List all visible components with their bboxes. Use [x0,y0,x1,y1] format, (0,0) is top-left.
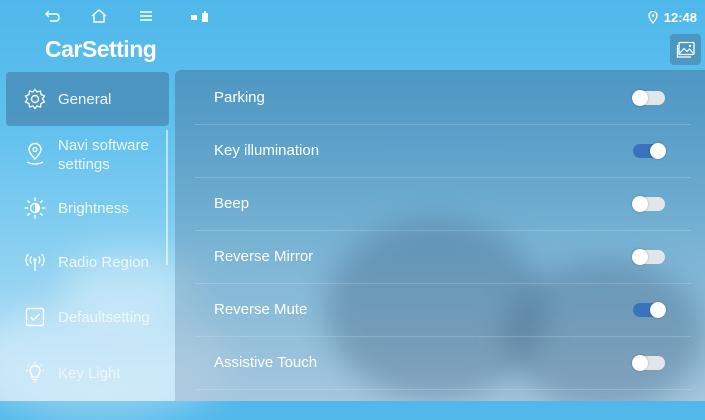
setting-row-beep[interactable]: Beep [195,178,691,231]
setting-label: Key illumination [214,142,320,159]
sidebar-item-label: Radio Region [58,254,149,271]
status-bar: 12:48 [0,0,705,34]
sidebar-item-key-light[interactable]: Key Light [6,346,169,400]
setting-row-reverse-mirror[interactable]: Reverse Mirror [195,231,691,284]
wallpaper-button[interactable] [670,34,701,65]
location-icon [648,10,658,24]
sidebar-item-navi[interactable]: Navi software settings [6,128,169,180]
gear-icon [24,88,46,110]
setting-row-key-illumination[interactable]: Key illumination [195,125,691,178]
map-pin-icon [26,142,44,165]
key-illumination-toggle[interactable] [633,143,666,159]
radio-antenna-icon [25,253,45,271]
setting-row-reverse-mute[interactable]: Reverse Mute [195,284,691,337]
sun-icon [24,197,46,219]
lightbulb-icon [26,362,44,383]
setting-row-parking[interactable]: Parking [195,72,691,125]
sidebar-item-radio-region[interactable]: Radio Region [6,236,169,288]
settings-panel: Parking Key illumination Beep Reverse Mi… [175,70,705,401]
setting-label: Beep [214,195,250,212]
parking-toggle[interactable] [632,90,665,106]
app-title: CarSetting [45,36,157,62]
clock: 12:48 [663,9,697,25]
image-icon [676,41,695,58]
back-icon[interactable] [44,8,62,24]
reverse-mirror-toggle[interactable] [632,249,665,265]
setting-label: Parking [214,89,265,106]
reverse-mute-toggle[interactable] [633,302,666,318]
sidebar-item-defaultsetting[interactable]: Defaultsetting [6,290,169,344]
divider [195,389,691,390]
sidebar-item-label: Brightness [58,200,129,217]
sidebar-item-label: Key Light [58,365,121,382]
sidebar: General Navi software settings Brightnes… [6,72,169,401]
sidebar-item-brightness[interactable]: Brightness [6,182,169,234]
setting-label: Assistive Touch [214,354,318,371]
sidebar-item-label: Defaultsetting [58,309,150,326]
menu-icon[interactable] [137,8,155,24]
checkbox-icon [25,307,45,327]
sidebar-item-general[interactable]: General [6,72,169,126]
setting-label: Reverse Mirror [214,248,314,265]
setting-label: Reverse Mute [214,301,308,318]
setting-row-assistive-touch[interactable]: Assistive Touch [195,337,691,390]
sidebar-scrollbar[interactable] [166,130,168,265]
sidebar-item-label: General [58,91,112,108]
assistive-touch-toggle[interactable] [632,355,665,371]
home-icon[interactable] [90,8,108,24]
beep-toggle[interactable] [632,196,665,212]
notification-icons [191,11,208,22]
sidebar-item-label: Navi software settings [58,137,149,173]
